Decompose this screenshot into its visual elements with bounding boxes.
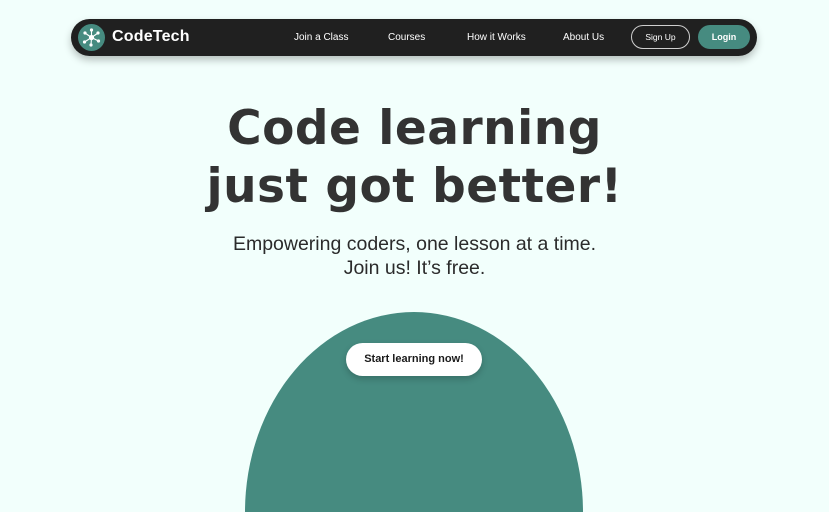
hero-subtitle-line-1: Empowering coders, one lesson at a time.: [232, 233, 597, 255]
brand-name[interactable]: CodeTech: [112, 28, 190, 46]
decorative-half-circle: [245, 312, 583, 512]
logo[interactable]: [78, 24, 105, 51]
nav-link-about-us[interactable]: About Us: [563, 32, 604, 43]
nav-link-how-it-works[interactable]: How it Works: [467, 32, 526, 43]
navbar: CodeTech Join a Class Courses How it Wor…: [71, 19, 757, 56]
nav-link-join-a-class[interactable]: Join a Class: [294, 32, 348, 43]
hero-title-line-2: just got better!: [206, 159, 623, 214]
login-button[interactable]: Login: [698, 25, 750, 49]
signup-button[interactable]: Sign Up: [631, 25, 690, 49]
hero-title: Code learning just got better!: [0, 100, 829, 216]
hero-title-line-1: Code learning: [227, 101, 602, 156]
hero-subtitle-line-2: Join us! It’s free.: [343, 257, 486, 279]
hero-subtitle: Empowering coders, one lesson at a time.…: [0, 232, 829, 280]
start-learning-button[interactable]: Start learning now!: [346, 343, 482, 376]
network-nodes-icon: [82, 28, 101, 47]
nav-link-courses[interactable]: Courses: [388, 32, 425, 43]
